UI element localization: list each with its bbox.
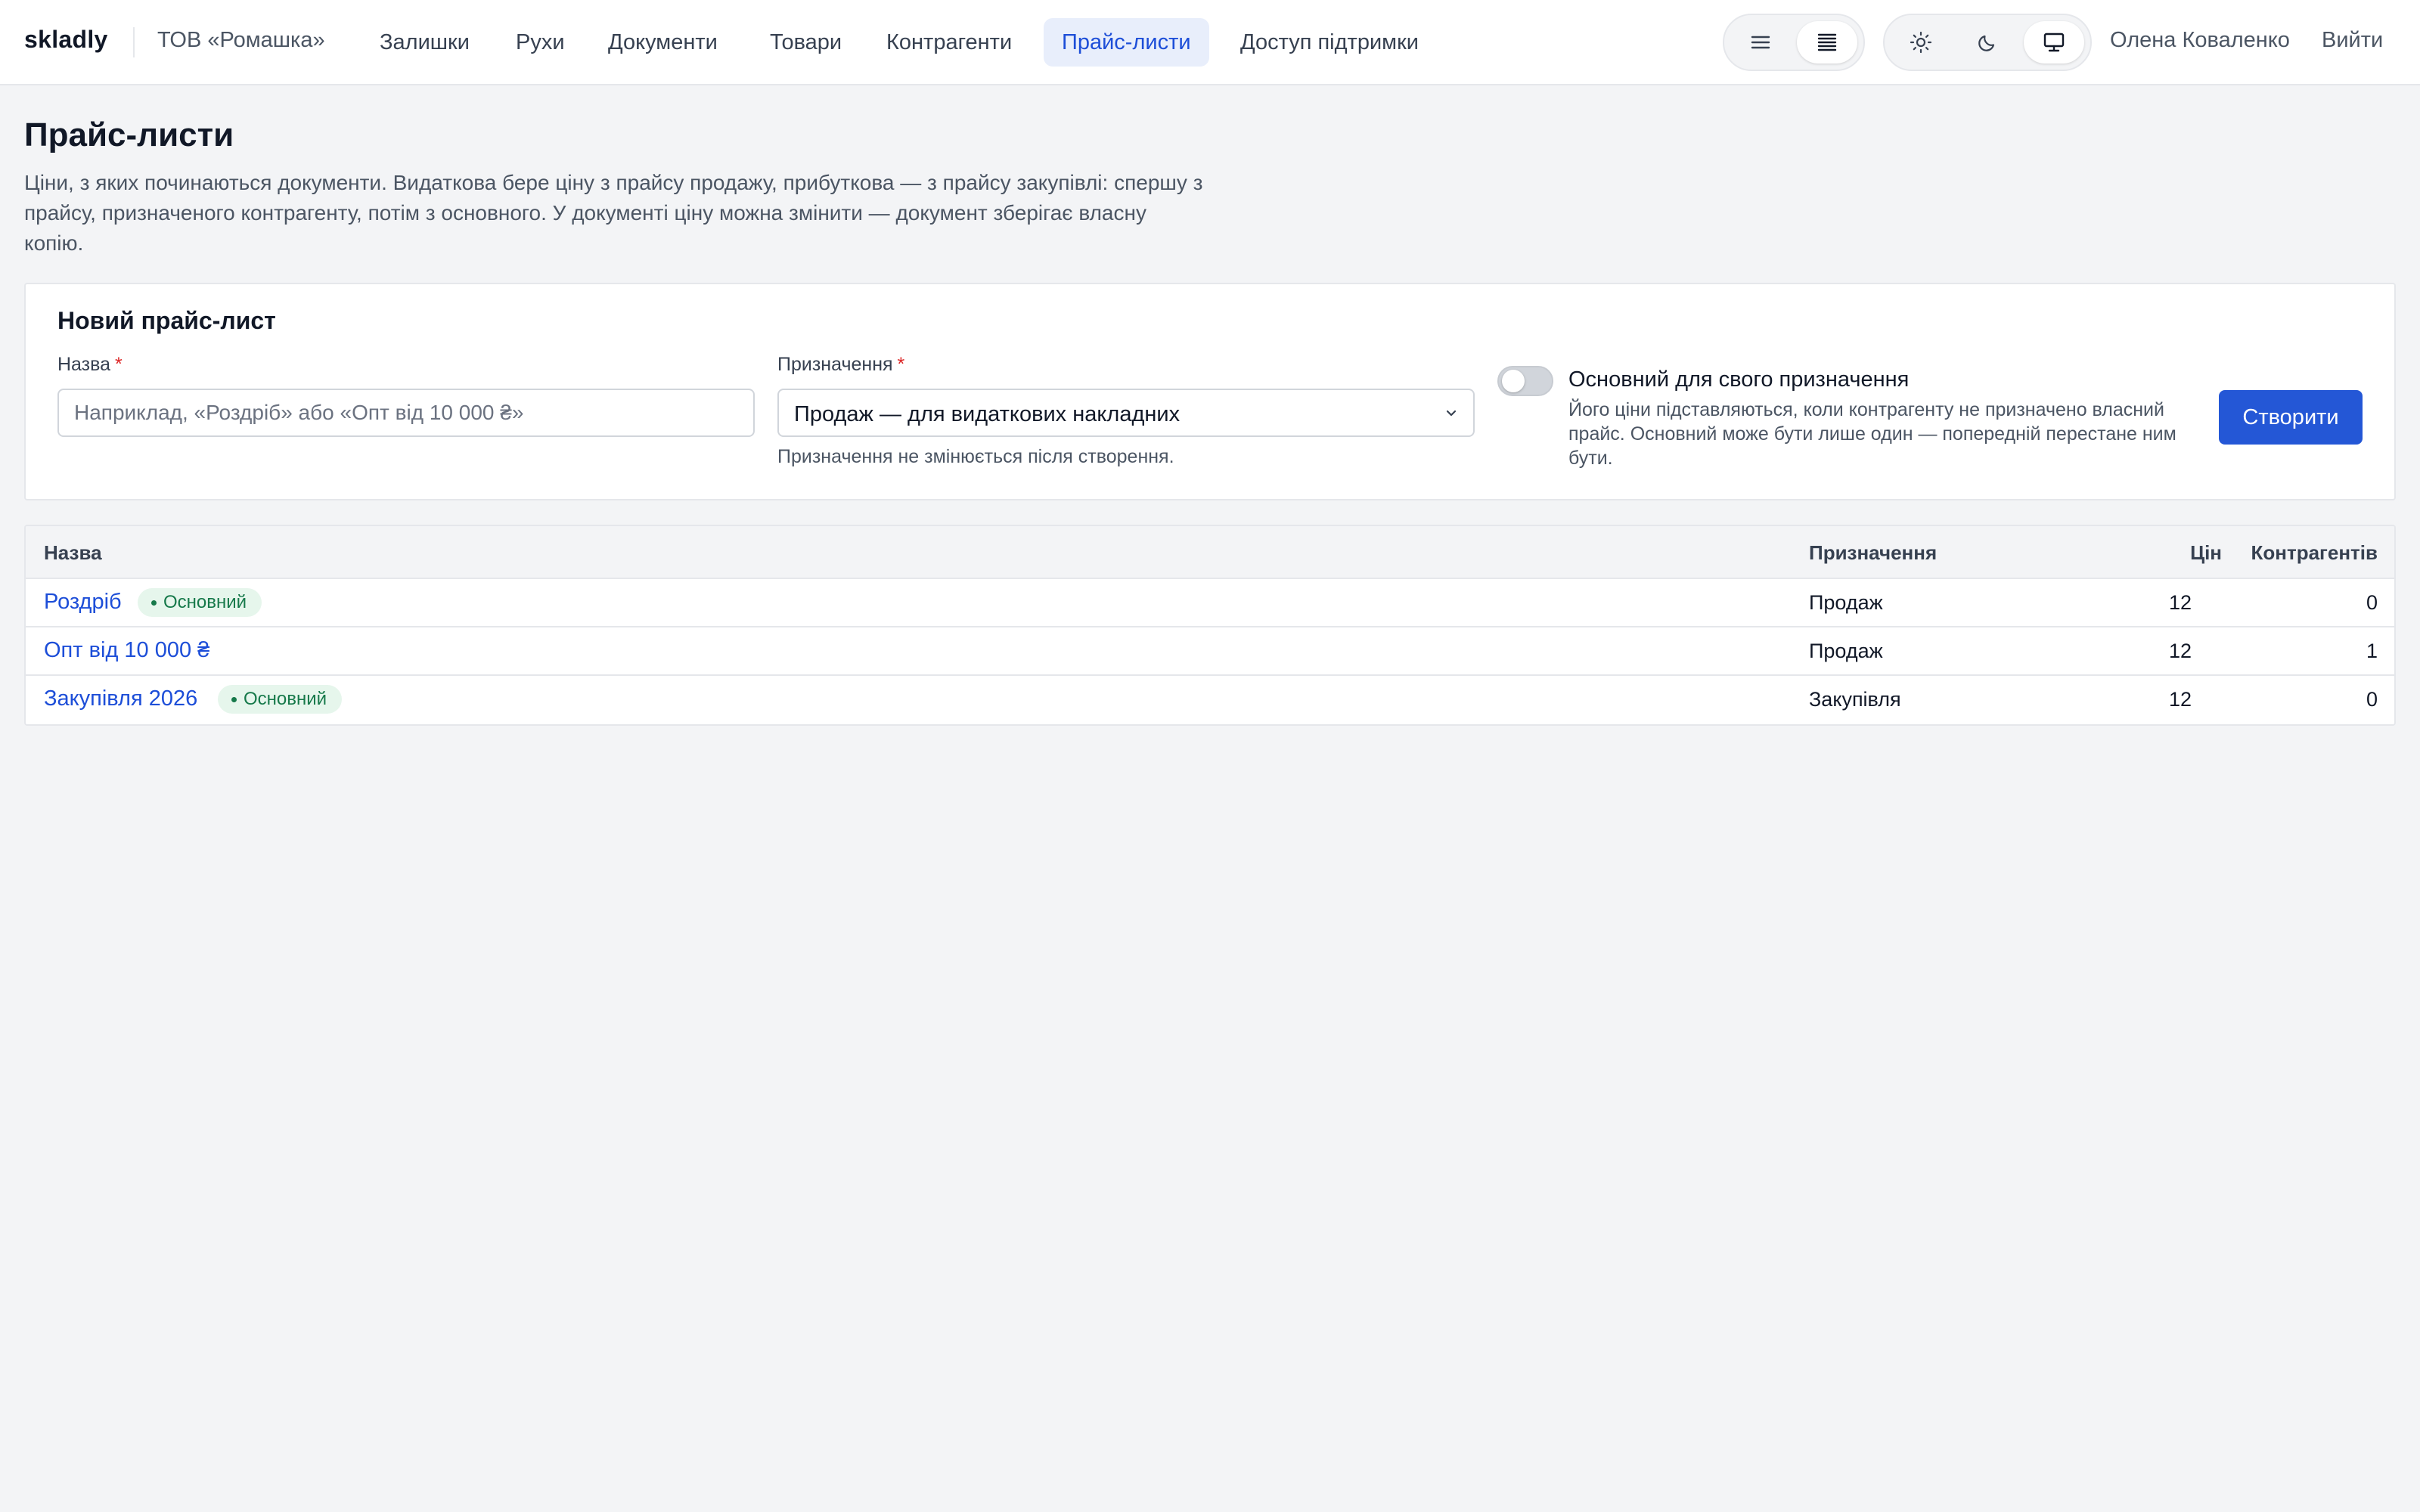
column-header-counterparties[interactable]: Контрагентів bbox=[2219, 541, 2378, 565]
page-description: Ціни, з яких починаються документи. Вида… bbox=[24, 171, 1203, 255]
counterparties-count-cell: 1 bbox=[2366, 640, 2378, 662]
purpose-cell: Продаж bbox=[1809, 591, 1883, 614]
purpose-cell: Закупівля bbox=[1809, 688, 1901, 711]
purpose-hint: Призначення не змінюється після створенн… bbox=[777, 446, 1174, 467]
table-row[interactable]: Опт від 10 000 ₴ Продаж 12 1 bbox=[26, 627, 2394, 676]
price-list-name-link[interactable]: Опт від 10 000 ₴ bbox=[44, 638, 209, 663]
purpose-select-value: Продаж — для видаткових накладних bbox=[794, 402, 1181, 426]
prices-count-cell: 12 bbox=[2168, 591, 2192, 614]
new-price-list-form: Новий прайс-лист Назва* Призначення* Про… bbox=[24, 283, 2396, 500]
theme-switcher bbox=[1883, 14, 2092, 71]
name-label: Назва * bbox=[57, 354, 123, 376]
counterparties-count-cell: 0 bbox=[2366, 688, 2378, 711]
price-list-name-link[interactable]: Закупівля 2026 bbox=[44, 686, 197, 711]
default-toggle-label: Основний для свого призначення bbox=[1568, 367, 1910, 392]
logout-link[interactable]: Вийти bbox=[2322, 28, 2383, 53]
default-toggle-description: Його ціни підставляються, коли контраген… bbox=[1568, 399, 2176, 469]
column-header-purpose[interactable]: Призначення bbox=[1809, 541, 1937, 565]
toggle-knob bbox=[1502, 370, 1525, 392]
nav-item-support-access[interactable]: Доступ підтримки bbox=[1222, 18, 1437, 67]
default-badge: Основний bbox=[138, 588, 262, 617]
monitor-icon[interactable] bbox=[2024, 21, 2084, 64]
required-mark: * bbox=[115, 354, 123, 375]
page-title: Прайс-листи bbox=[24, 116, 234, 153]
density-switcher bbox=[1723, 14, 1865, 71]
nav-item-price-lists[interactable]: Прайс-листи bbox=[1044, 18, 1209, 67]
list-comfortable-icon[interactable] bbox=[1730, 21, 1791, 64]
name-label-text: Назва bbox=[57, 354, 111, 375]
sun-icon[interactable] bbox=[1891, 21, 1951, 64]
column-header-name[interactable]: Назва bbox=[44, 541, 102, 565]
purpose-label-text: Призначення bbox=[777, 354, 893, 375]
price-lists-table: Назва Призначення Цін Контрагентів Роздр… bbox=[24, 525, 2396, 726]
default-toggle[interactable] bbox=[1497, 366, 1553, 396]
nav-item-stock[interactable]: Залишки bbox=[361, 18, 488, 67]
list-compact-icon[interactable] bbox=[1797, 21, 1857, 64]
table-row[interactable]: Закупівля 2026 Основний Закупівля 12 0 bbox=[26, 676, 2394, 724]
required-mark: * bbox=[897, 354, 905, 375]
purpose-select[interactable]: Продаж — для видаткових накладних bbox=[777, 389, 1475, 437]
purpose-label: Призначення * bbox=[777, 354, 904, 376]
nav-item-products[interactable]: Товари bbox=[752, 18, 860, 67]
user-name[interactable]: Олена Коваленко bbox=[2110, 28, 2290, 53]
prices-count-cell: 12 bbox=[2168, 640, 2192, 662]
purpose-cell: Продаж bbox=[1809, 640, 1883, 662]
organization-name: ТОВ «Ромашка» bbox=[157, 28, 325, 52]
default-badge: Основний bbox=[218, 685, 343, 714]
column-header-prices[interactable]: Цін bbox=[2131, 541, 2222, 565]
name-input[interactable] bbox=[57, 389, 755, 437]
nav-item-counterparties[interactable]: Контрагенти bbox=[868, 18, 1030, 67]
table-header: Назва Призначення Цін Контрагентів bbox=[26, 526, 2394, 579]
price-list-name-link[interactable]: Роздріб bbox=[44, 590, 122, 615]
header-divider bbox=[133, 27, 135, 57]
counterparties-count-cell: 0 bbox=[2366, 591, 2378, 614]
table-row[interactable]: Роздріб Основний Продаж 12 0 bbox=[26, 579, 2394, 627]
prices-count-cell: 12 bbox=[2168, 688, 2192, 711]
brand-logo[interactable]: skladly bbox=[24, 26, 108, 54]
form-title: Новий прайс-лист bbox=[57, 307, 276, 334]
top-bar: skladly ТОВ «Ромашка» Залишки Рухи Докум… bbox=[0, 0, 2420, 85]
nav-item-movements[interactable]: Рухи bbox=[498, 18, 583, 67]
create-button[interactable]: Створити bbox=[2219, 390, 2363, 445]
moon-icon[interactable] bbox=[1957, 21, 2018, 64]
nav-item-documents[interactable]: Документи bbox=[590, 18, 736, 67]
chevron-down-icon bbox=[1443, 405, 1460, 426]
